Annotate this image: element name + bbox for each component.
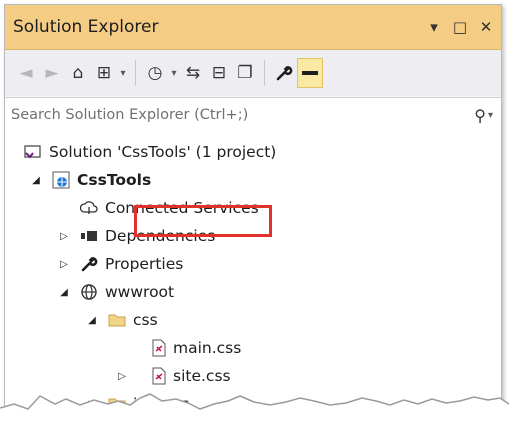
tree-item-main-css[interactable]: main.css xyxy=(5,334,501,362)
tree-item-label: Solution 'CssTools' (1 project) xyxy=(49,143,277,161)
window-position-icon[interactable]: ▾ xyxy=(423,16,445,38)
forward-icon[interactable]: ► xyxy=(39,58,65,88)
toolbar: ◄ ► ⌂ ⊞ ▾ ◷ ▾ ⇆ ⊟ ❐ xyxy=(5,50,501,96)
collapsed-arrow-icon[interactable]: ▷ xyxy=(57,229,71,243)
search-input[interactable] xyxy=(5,106,475,124)
pending-changes-dropdown-icon[interactable]: ▾ xyxy=(168,58,180,88)
css-file-icon xyxy=(149,366,169,386)
tree-item-label: CssTools xyxy=(77,171,152,189)
collapsed-arrow-icon[interactable]: ▷ xyxy=(57,257,71,271)
title-bar: Solution Explorer ▾ □ ✕ xyxy=(5,5,501,50)
tree-item-label: wwwroot xyxy=(105,283,175,301)
globe-icon xyxy=(79,282,99,302)
tree-item-label: main.css xyxy=(173,339,242,357)
solution-icon xyxy=(23,142,43,162)
panel-title: Solution Explorer xyxy=(13,17,159,37)
search-box: ⚲ ▾ xyxy=(5,97,501,133)
tree-item-images-folder[interactable]: ▷ images xyxy=(5,390,501,418)
search-icon[interactable]: ⚲ xyxy=(474,106,486,125)
search-options-dropdown-icon[interactable]: ▾ xyxy=(488,110,493,121)
toolbar-separator xyxy=(264,60,265,86)
dependencies-icon xyxy=(79,226,99,246)
close-icon[interactable]: ✕ xyxy=(475,16,497,38)
connected-services-icon xyxy=(79,198,99,218)
folder-icon xyxy=(107,394,127,414)
tree-item-label: Properties xyxy=(105,255,184,273)
sync-icon[interactable]: ⇆ xyxy=(180,58,206,88)
wrench-icon xyxy=(79,254,99,274)
maximize-icon[interactable]: □ xyxy=(449,16,471,38)
back-icon[interactable]: ◄ xyxy=(13,58,39,88)
tree-item-solution[interactable]: Solution 'CssTools' (1 project) xyxy=(5,138,501,166)
tree-item-label: css xyxy=(133,311,158,329)
switch-views-dropdown-icon[interactable]: ▾ xyxy=(117,58,129,88)
properties-icon[interactable] xyxy=(271,58,297,88)
preview-icon[interactable] xyxy=(297,58,323,88)
collapsed-arrow-icon[interactable]: ▷ xyxy=(85,397,99,411)
tree-item-project[interactable]: ◢ CssTools xyxy=(5,166,501,194)
expanded-arrow-icon[interactable]: ◢ xyxy=(57,285,71,299)
tree-item-wwwroot[interactable]: ◢ wwwroot xyxy=(5,278,501,306)
tree-item-label: site.css xyxy=(173,367,231,385)
folder-icon xyxy=(107,310,127,330)
project-icon xyxy=(51,170,71,190)
switch-views-icon[interactable]: ⊞ xyxy=(91,58,117,88)
highlight-box xyxy=(134,205,272,237)
tree-item-css-folder[interactable]: ◢ css xyxy=(5,306,501,334)
show-all-files-icon[interactable]: ❐ xyxy=(232,58,258,88)
collapsed-arrow-icon[interactable]: ▷ xyxy=(115,369,129,383)
home-icon[interactable]: ⌂ xyxy=(65,58,91,88)
expanded-arrow-icon[interactable]: ◢ xyxy=(85,313,99,327)
tree-item-properties[interactable]: ▷ Properties xyxy=(5,250,501,278)
expanded-arrow-icon[interactable]: ◢ xyxy=(29,173,43,187)
tree-item-label: images xyxy=(133,395,190,413)
tree-item-site-css[interactable]: ▷ site.css xyxy=(5,362,501,390)
pending-changes-icon[interactable]: ◷ xyxy=(142,58,168,88)
solution-tree: Solution 'CssTools' (1 project) ◢ CssToo… xyxy=(5,132,501,433)
collapse-all-icon[interactable]: ⊟ xyxy=(206,58,232,88)
toolbar-separator xyxy=(135,60,136,86)
css-file-icon xyxy=(149,338,169,358)
